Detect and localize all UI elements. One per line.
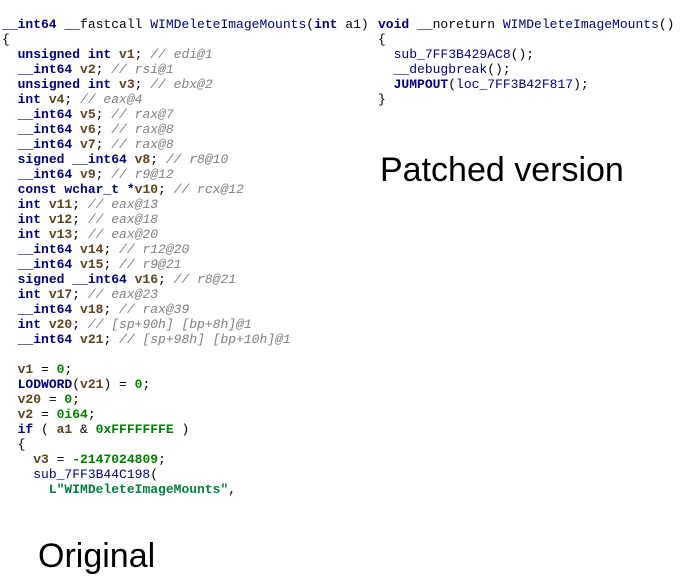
- code-line: void __noreturn WIMDeleteImageMounts(): [378, 17, 674, 32]
- macro: LODWORD: [18, 377, 73, 392]
- code-line: {: [378, 32, 386, 47]
- code-line: LODWORD(v21) = 0;: [2, 377, 150, 392]
- code-line: {: [2, 437, 25, 452]
- code-line: __int64 __fastcall WIMDeleteImageMounts(…: [2, 17, 369, 32]
- code-line: v3 = -2147024809;: [2, 452, 166, 467]
- code-line: int v20; // [sp+90h] [bp+8h]@1: [2, 317, 252, 332]
- code-line: v2 = 0i64;: [2, 407, 96, 422]
- code-line: unsigned int v3; // ebx@2: [2, 77, 213, 92]
- code-line: unsigned int v1; // edi@1: [2, 47, 213, 62]
- keyword: if: [18, 422, 34, 437]
- code-line: v20 = 0;: [2, 392, 80, 407]
- code-line: int v12; // eax@18: [2, 212, 158, 227]
- code-line: const wchar_t *v10; // rcx@12: [2, 182, 244, 197]
- code-line: __int64 v21; // [sp+98h] [bp+10h]@1: [2, 332, 291, 347]
- code-line: __int64 v18; // rax@39: [2, 302, 189, 317]
- called-function: sub_7FF3B429AC8: [394, 47, 511, 62]
- code-line: sub_7FF3B429AC8();: [378, 47, 534, 62]
- code-line: __debugbreak();: [378, 62, 511, 77]
- string-literal: "WIMDeleteImageMounts": [57, 482, 229, 497]
- code-line: __int64 v7; // rax@8: [2, 137, 174, 152]
- original-label: Original: [38, 538, 155, 574]
- code-line: JUMPOUT(loc_7FF3B42F817);: [378, 77, 589, 92]
- type: unsigned int: [18, 47, 112, 62]
- code-line: __int64 v5; // rax@7: [2, 107, 174, 122]
- code-line: v1 = 0;: [2, 362, 72, 377]
- type: int: [314, 17, 337, 32]
- code-line: {: [2, 32, 10, 47]
- function-name: WIMDeleteImageMounts: [150, 17, 306, 32]
- var: v1: [111, 47, 134, 62]
- original-code-pane: __int64 __fastcall WIMDeleteImageMounts(…: [2, 2, 374, 497]
- code-line: signed __int64 v16; // r8@21: [2, 272, 236, 287]
- type: __int64: [2, 17, 57, 32]
- code-line: __int64 v9; // r9@12: [2, 167, 174, 182]
- code-line: int v17; // eax@23: [2, 287, 158, 302]
- called-function: sub_7FF3B44C198: [33, 467, 150, 482]
- code-line: signed __int64 v8; // r8@10: [2, 152, 228, 167]
- code-line: __int64 v2; // rsi@1: [2, 62, 174, 77]
- macro: JUMPOUT: [394, 77, 449, 92]
- code-line: __int64 v6; // rax@8: [2, 122, 174, 137]
- code-line: L"WIMDeleteImageMounts",: [2, 482, 236, 497]
- function-name: WIMDeleteImageMounts: [503, 17, 659, 32]
- patched-code-pane: void __noreturn WIMDeleteImageMounts() {…: [378, 2, 688, 107]
- type: void: [378, 17, 409, 32]
- code-line: }: [378, 92, 386, 107]
- code-line: sub_7FF3B44C198(: [2, 467, 158, 482]
- cc: __fastcall: [57, 17, 151, 32]
- code-line: int v11; // eax@13: [2, 197, 158, 212]
- string-prefix: L: [49, 482, 57, 497]
- label: loc_7FF3B42F817: [456, 77, 573, 92]
- code-line: int v4; // eax@4: [2, 92, 142, 107]
- patched-label: Patched version: [380, 152, 624, 188]
- code-line: __int64 v15; // r9@21: [2, 257, 181, 272]
- code-line: if ( a1 & 0xFFFFFFFE ): [2, 422, 189, 437]
- code-line: int v13; // eax@20: [2, 227, 158, 242]
- comment: // edi@1: [150, 47, 212, 62]
- code-line: __int64 v14; // r12@20: [2, 242, 189, 257]
- called-function: __debugbreak: [394, 62, 488, 77]
